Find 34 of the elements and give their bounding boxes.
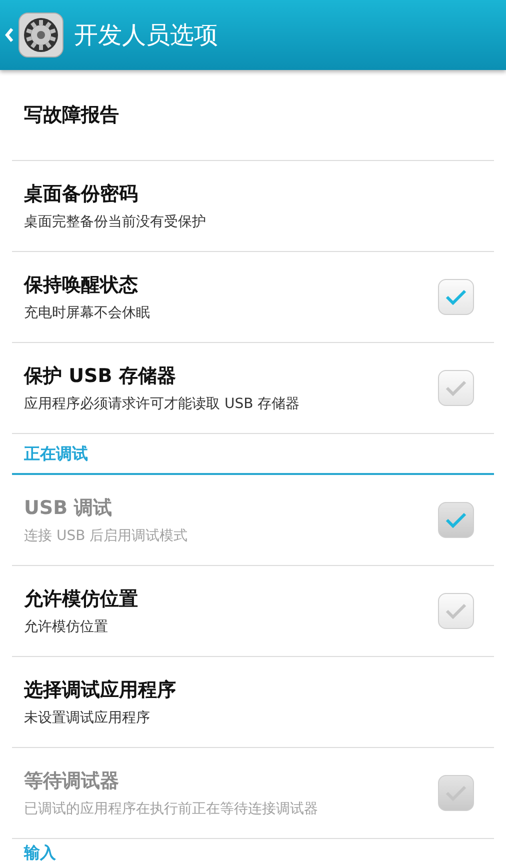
checkbox[interactable] [438,279,474,315]
settings-item[interactable]: 允许模仿位置 允许模仿位置 [12,566,494,657]
settings-item[interactable]: 选择调试应用程序 未设置调试应用程序 [12,657,494,748]
item-title: 选择调试应用程序 [24,678,177,703]
item-summary: 桌面完整备份当前没有受保护 [24,213,207,231]
settings-item[interactable]: 桌面备份密码 桌面完整备份当前没有受保护 [12,161,494,252]
settings-item[interactable]: 保护 USB 存储器 应用程序必须请求许可才能读取 USB 存储器 [12,343,494,434]
section-heading: 正在调试 [24,444,88,463]
item-summary: 充电时屏幕不会休眠 [24,304,151,322]
check-icon [445,512,467,528]
item-title: 保护 USB 存储器 [24,364,177,389]
item-summary: 连接 USB 后启用调试模式 [24,527,189,545]
item-summary: 已调试的应用程序在执行前正在等待连接调试器 [24,800,319,818]
settings-item[interactable]: 写故障报告 [12,70,494,161]
check-icon [445,785,467,801]
item-summary: 允许模仿位置 [24,618,109,636]
item-title: 写故障报告 [24,103,120,128]
check-icon [445,380,467,396]
item-title: 允许模仿位置 [24,587,139,612]
checkbox[interactable] [438,593,474,629]
screen-title: 开发人员选项 [74,20,218,51]
item-title: 保持唤醒状态 [24,273,139,298]
item-summary: 应用程序必须请求许可才能读取 USB 存储器 [24,395,301,413]
checkbox[interactable] [438,370,474,406]
item-summary: 未设置调试应用程序 [24,709,151,727]
gear-icon [18,12,64,58]
check-icon [445,603,467,619]
section-heading: 输入 [24,843,56,862]
settings-item[interactable]: 保持唤醒状态 充电时屏幕不会休眠 [12,252,494,343]
check-icon [445,289,467,305]
back-icon[interactable] [4,27,14,43]
item-title: 桌面备份密码 [24,182,139,207]
item-title: 等待调试器 [24,769,120,794]
item-title: USB 调试 [24,496,114,521]
